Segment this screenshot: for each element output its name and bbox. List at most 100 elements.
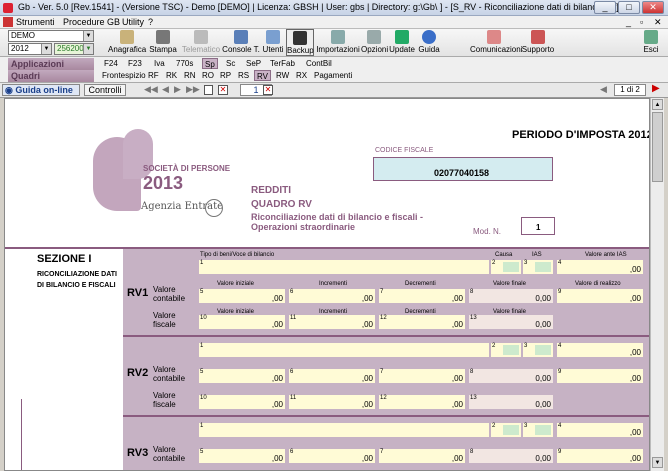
tab-sep[interactable]: SeP	[244, 58, 263, 69]
maximize-button[interactable]: □	[618, 1, 640, 14]
year-select[interactable]: 2012 ▼	[8, 43, 52, 55]
importazioni-button[interactable]: Importazioni	[316, 29, 360, 56]
rv1-c8[interactable]: 8 0,00	[469, 289, 553, 303]
backup-button[interactable]: Backup	[286, 29, 314, 56]
rv1-f13[interactable]: 13 0,00	[469, 315, 553, 329]
tab-rn[interactable]: RN	[182, 70, 198, 81]
mdi-restore-button[interactable]: ▫	[640, 17, 643, 27]
tab-iva[interactable]: Iva	[152, 58, 167, 69]
rv2-c6[interactable]: 6,00	[289, 369, 375, 383]
tab-terfab[interactable]: TerFab	[268, 58, 297, 69]
remove-module-icon[interactable]: ✕	[263, 85, 273, 95]
rv3-tipo-field[interactable]: 1	[199, 423, 489, 437]
rv3-c7[interactable]: 7,00	[379, 449, 465, 463]
tab-f24[interactable]: F24	[102, 58, 120, 69]
rv3-c5[interactable]: 5,00	[199, 449, 285, 463]
applicazioni-bar[interactable]: Applicazioni	[8, 58, 94, 70]
tab-pagamenti[interactable]: Pagamenti	[312, 70, 354, 81]
rv2-tipo-field[interactable]: 1	[199, 343, 489, 357]
tab-rk[interactable]: RK	[164, 70, 179, 81]
company-select[interactable]: DEMO ▼	[8, 30, 94, 42]
tab-rp[interactable]: RP	[218, 70, 233, 81]
menu-strumenti[interactable]: Strumenti	[16, 17, 55, 27]
rv1-c9[interactable]: 9,00	[557, 289, 643, 303]
code-select[interactable]: 256200 - ▼	[54, 43, 94, 55]
rv2-c5[interactable]: 5,00	[199, 369, 285, 383]
mdi-minimize-button[interactable]: _	[626, 17, 631, 27]
opzioni-button[interactable]: Opzioni	[361, 29, 388, 56]
stampa-button[interactable]: Stampa	[148, 29, 178, 56]
rv3-c8[interactable]: 8 0,00	[469, 449, 553, 463]
tab-770s[interactable]: 770s	[174, 58, 195, 69]
next-page-icon[interactable]: ▶	[174, 84, 181, 95]
rv1-f12[interactable]: 12,00	[379, 315, 465, 329]
rv1-f11[interactable]: 11,00	[289, 315, 375, 329]
tab-ro[interactable]: RO	[200, 70, 216, 81]
mdi-close-button[interactable]: ✕	[654, 17, 662, 28]
tab-rw[interactable]: RW	[274, 70, 291, 81]
rv3-c9[interactable]: 9,00	[557, 449, 643, 463]
rv2-f13[interactable]: 13 0,00	[469, 395, 553, 409]
next-module-icon[interactable]: ▶	[652, 83, 660, 94]
menu-help[interactable]: ?	[148, 17, 153, 27]
rv2-f10[interactable]: 10,00	[199, 395, 285, 409]
tab-sp[interactable]: Sp	[202, 58, 218, 69]
rv2-f11[interactable]: 11,00	[289, 395, 375, 409]
console-button[interactable]: Console T.	[222, 29, 260, 56]
rv1-ias-box[interactable]	[535, 262, 551, 272]
menu-procedure[interactable]: Procedure GB	[63, 17, 120, 27]
rv1-tipo-field[interactable]: 1	[199, 260, 489, 274]
rv2-causa-box[interactable]	[503, 345, 519, 355]
rv1-f10[interactable]: 10,00	[199, 315, 285, 329]
rv2-f12[interactable]: 12,00	[379, 395, 465, 409]
comunicazioni-button[interactable]: Comunicazioni	[470, 29, 522, 56]
last-page-icon[interactable]: ▶▶	[186, 84, 200, 95]
close-button[interactable]: ✕	[642, 1, 664, 14]
anagrafica-button[interactable]: Anagrafica	[108, 29, 146, 56]
minimize-button[interactable]: _	[594, 1, 616, 14]
tab-contbil[interactable]: ContBil	[304, 58, 334, 69]
delete-page-icon[interactable]: ✕	[218, 85, 228, 95]
supporto-button[interactable]: Supporto	[520, 29, 556, 56]
cf-value[interactable]: 02077040158	[434, 168, 489, 178]
quadri-bar[interactable]: Quadri	[8, 70, 94, 82]
menu-utility[interactable]: Utility	[122, 17, 144, 27]
rv3-causa-box[interactable]	[503, 425, 519, 435]
utenti-button[interactable]: Utenti	[261, 29, 285, 56]
rv2-c7[interactable]: 7,00	[379, 369, 465, 383]
rv1-c6[interactable]: 6,00	[289, 289, 375, 303]
vertical-scrollbar[interactable]: ▲ ▼	[650, 98, 664, 471]
rv3-ias-box[interactable]	[535, 425, 551, 435]
tab-sc[interactable]: Sc	[224, 58, 237, 69]
scroll-down-icon[interactable]: ▼	[652, 457, 663, 468]
telematico-button[interactable]: Telematico	[180, 29, 222, 56]
mod-n-value[interactable]: 1	[536, 223, 540, 232]
guida-button[interactable]: Guida	[417, 29, 441, 56]
new-page-icon[interactable]	[204, 85, 213, 95]
tab-frontespizio[interactable]: Frontespizio	[100, 70, 148, 81]
tab-rf[interactable]: RF	[146, 70, 161, 81]
update-button[interactable]: Update	[389, 29, 415, 56]
scroll-thumb[interactable]	[652, 112, 663, 182]
scroll-up-icon[interactable]: ▲	[652, 99, 663, 110]
rv1-c5[interactable]: 5,00	[199, 289, 285, 303]
controlli-button[interactable]: Controlli	[84, 84, 126, 96]
rv2-ias-box[interactable]	[535, 345, 551, 355]
rv3-valore-ante-field[interactable]: 4,00	[557, 423, 643, 437]
rv2-c8[interactable]: 8 0,00	[469, 369, 553, 383]
tab-rx[interactable]: RX	[294, 70, 309, 81]
esci-button[interactable]: Esci	[640, 29, 662, 56]
tab-rs[interactable]: RS	[236, 70, 251, 81]
tab-f23[interactable]: F23	[126, 58, 144, 69]
rv2-valore-ante-field[interactable]: 4,00	[557, 343, 643, 357]
prev-page-icon[interactable]: ◀	[162, 84, 169, 95]
rv1-c7[interactable]: 7,00	[379, 289, 465, 303]
rv3-c6[interactable]: 6,00	[289, 449, 375, 463]
rv2-c9[interactable]: 9,00	[557, 369, 643, 383]
rv1-valore-ante-field[interactable]: 4,00	[557, 260, 643, 274]
first-page-icon[interactable]: ◀◀	[144, 84, 158, 95]
prev-module-icon[interactable]: ◀	[600, 84, 607, 95]
tab-rv[interactable]: RV	[254, 70, 271, 81]
guida-online-button[interactable]: ◉ Guida on-line	[2, 84, 80, 96]
rv1-causa-box[interactable]	[503, 262, 519, 272]
